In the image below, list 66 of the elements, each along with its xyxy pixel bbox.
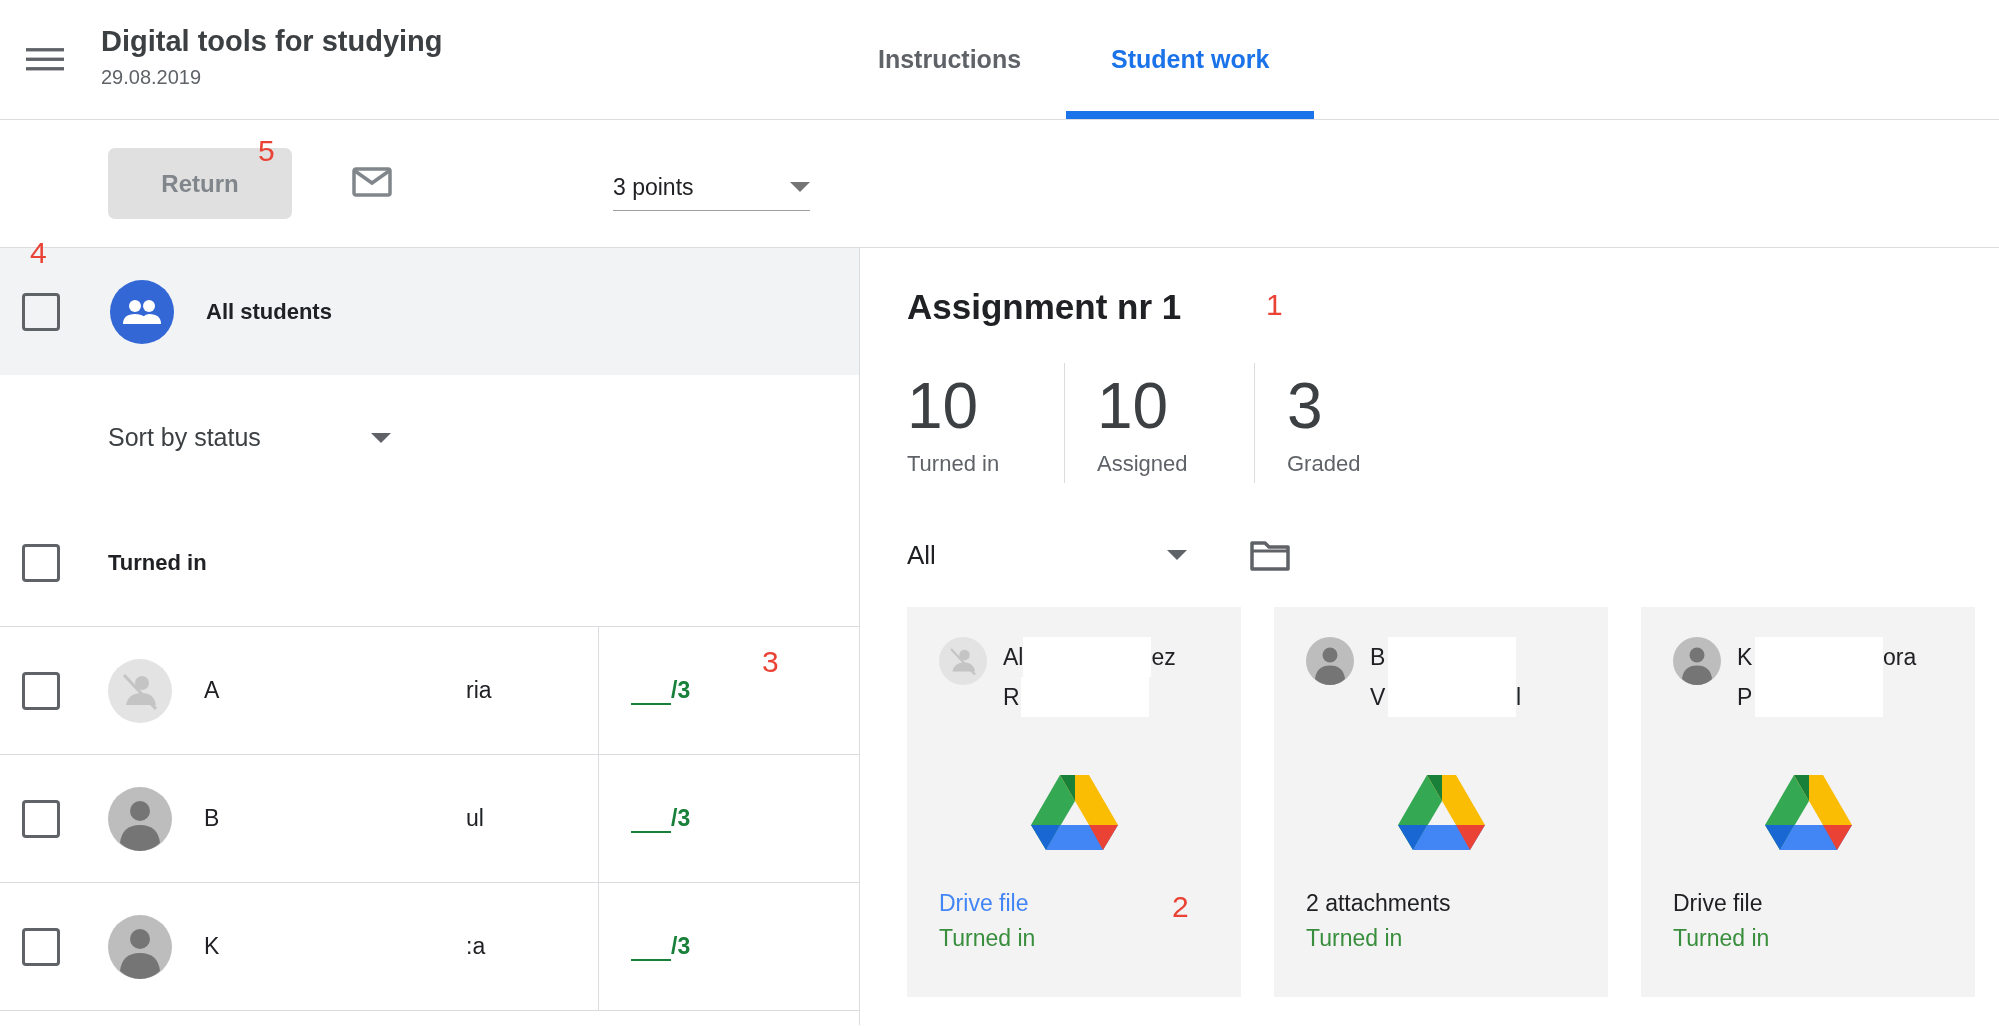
tab[interactable]: Instructions [833,0,1067,119]
folder-icon[interactable] [1250,539,1290,571]
student-name: B [1370,643,1387,671]
class-title: Digital tools for studying [101,24,443,58]
stat-value: 10 [907,371,980,441]
student-name: K [204,933,221,960]
caret-icon [1167,550,1187,560]
class-date: 29.08.2019 [101,65,203,89]
filter-dropdown[interactable]: All [907,539,1187,571]
points-dropdown[interactable]: 3 points [613,164,810,211]
annotation-number: 3 [762,645,779,679]
status-label: Turned in [1673,925,1770,952]
checkbox[interactable] [22,544,60,582]
checkbox[interactable] [22,292,60,331]
all-students-label: All students [206,298,332,325]
student-name: ul [466,805,484,832]
student-name: B [204,805,221,832]
checkbox[interactable] [22,671,60,710]
student-name: l [1516,683,1522,711]
avatar-icon [1306,637,1354,685]
no-photo-avatar-icon [939,637,987,685]
stat-label: Graded [1287,451,1362,477]
checkbox[interactable] [22,799,60,838]
student-name: P [1737,683,1754,711]
attachment-label: 2 attachments [1306,890,1451,917]
stat-value: 3 [1287,371,1324,441]
caret-icon [790,182,810,192]
student-name: A [204,677,221,704]
student-name: ez [1151,643,1176,671]
avatar-icon [108,914,172,979]
menu-icon[interactable] [26,46,64,73]
drive-logo-icon [1030,775,1118,850]
grade-total: /3 [671,933,691,960]
avatar-icon [1673,637,1721,685]
student-name: V [1370,683,1387,711]
student-name: :a [466,933,486,960]
grade-total: /3 [671,677,691,704]
status-label: Turned in [1306,925,1403,952]
checkbox[interactable] [22,927,60,966]
group-icon [110,279,174,344]
grade-total: /3 [671,805,691,832]
student-name: ora [1883,643,1917,671]
annotation-number: 2 [1172,890,1189,924]
student-card[interactable]: K ora P Drive file Turned in [1641,607,1975,997]
email-icon[interactable] [352,166,392,197]
drive-logo-icon [1764,775,1852,850]
annotation-number: 1 [1266,288,1283,322]
stat-label: Turned in [907,451,1001,477]
caret-icon [371,432,391,443]
student-name: Al [1003,643,1024,671]
drive-logo-icon [1397,775,1485,850]
status-label: Turned in [939,925,1036,952]
assignment-title: Assignment nr 1 [907,287,1182,328]
tab[interactable]: Student work [1066,0,1315,119]
attachment-label: Drive file [1673,890,1763,917]
student-name: ria [466,677,492,704]
avatar-icon [108,786,172,851]
stat-label: Assigned [1097,451,1189,477]
student-name: R [1003,683,1021,711]
annotation-number: 4 [30,236,47,270]
stat-value: 10 [1097,371,1170,441]
student-card[interactable]: B V l 2 attachments Turned in [1274,607,1608,997]
group-heading: Turned in [108,550,207,576]
student-name: K [1737,643,1754,671]
no-photo-avatar-icon [108,658,172,723]
sort-dropdown[interactable]: Sort by status [108,423,391,452]
